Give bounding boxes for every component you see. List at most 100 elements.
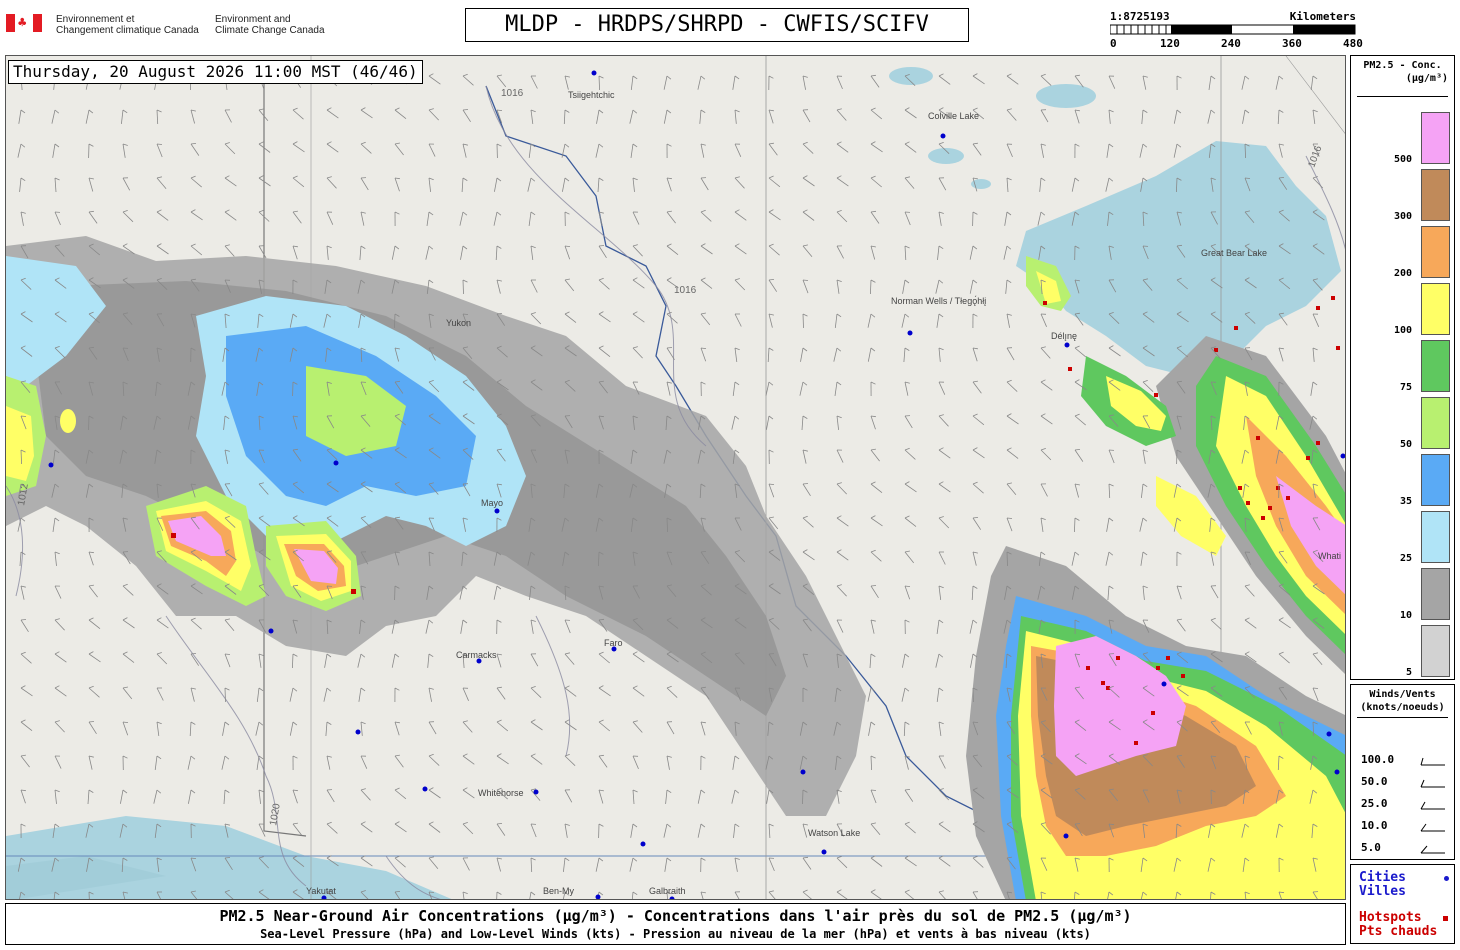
label-carmacks: Carmacks [456, 650, 497, 660]
eccc-logo: ♣ Environnement et Changement climatique… [6, 12, 336, 42]
scale-tick-120: 120 [1160, 37, 1180, 50]
pm25-swatch-300 [1421, 169, 1450, 221]
label-whati: Whati [1318, 551, 1341, 561]
wind-barb-feather [462, 109, 469, 111]
wind-barb [1006, 551, 1008, 567]
wind-barb-icon [1420, 801, 1445, 810]
wind-barb-feather [20, 415, 27, 417]
label-tsiigehtchic: Tsiigehtchic [568, 90, 615, 100]
pm25-swatch-75 [1421, 340, 1450, 392]
label-colville-lake: Colville Lake [928, 111, 979, 121]
scale-bar: 1:8725193 Kilometers 0 120 240 360 480 [1108, 10, 1363, 50]
wind-speed-label: 10.0 [1361, 819, 1388, 832]
wind-barb-icon [1420, 779, 1445, 788]
wind-barb-feather [666, 551, 673, 553]
caption-line-1: PM2.5 Near-Ground Air Concentrations (µg… [219, 907, 1132, 925]
agency-name-fr: Environnement et Changement climatique C… [56, 14, 199, 36]
wind-barb [462, 279, 464, 295]
label-great-bear-lake: Great Bear Lake [1201, 248, 1267, 258]
pm25-swatch-35 [1421, 454, 1450, 506]
wind-barb-feather [870, 585, 877, 587]
wind-barb-feather [156, 143, 163, 145]
wind-barb-feather [224, 857, 231, 859]
svg-text:1016: 1016 [674, 285, 697, 296]
hotspots-label: Hotspots [1359, 910, 1422, 925]
wind-speed-label: 5.0 [1361, 841, 1381, 854]
wind-barb-icon [1420, 823, 1445, 832]
scale-tick-480: 480 [1343, 37, 1363, 50]
agency-name-en: Environment and Climate Change Canada [215, 14, 325, 36]
pm25-legend-title: PM2.5 - Conc. (µg/m³) [1363, 60, 1448, 84]
map-caption: PM2.5 Near-Ground Air Concentrations (µg… [5, 903, 1346, 945]
scale-bar-graphic [1110, 24, 1356, 35]
wind-barb-feather [1312, 687, 1319, 689]
label-norman-wells: Norman Wells / Tłegǫ́hłį [891, 295, 986, 306]
pm25-swatch-10 [1421, 568, 1450, 620]
wind-speed-label: 25.0 [1361, 797, 1388, 810]
pts-chauds-label: Pts chauds [1359, 924, 1438, 939]
wind-barb-feather [598, 245, 605, 247]
wind-barb-feather [20, 619, 27, 621]
caption-line-2: Sea-Level Pressure (hPa) and Low-Level W… [260, 927, 1091, 941]
scale-unit: Kilometers [1289, 10, 1356, 23]
label-yukon: Yukon [446, 318, 471, 328]
wind-barb-icon [1420, 757, 1445, 766]
pm25-bin-label: 25 [1399, 553, 1412, 564]
scale-tick-0: 0 [1110, 37, 1117, 50]
pm25-bin-label: 200 [1393, 268, 1412, 279]
wind-barb-icon [1420, 845, 1445, 854]
label-whitehorse: Whitehorse [478, 788, 524, 798]
wind-speed-label: 50.0 [1361, 775, 1388, 788]
wind-legend: Winds/Vents (knots/noeuds) 100.0 50.0 25.0… [1350, 684, 1455, 860]
pm25-bin-label: 75 [1399, 382, 1412, 393]
label-mayo: Mayo [481, 498, 503, 508]
pm25-swatch-25 [1421, 511, 1450, 563]
label-deline: Délı̨nę [1051, 331, 1077, 341]
pm25-swatch-50 [1421, 397, 1450, 449]
wind-barb-feather [1006, 721, 1013, 723]
pm25-swatch-100 [1421, 283, 1450, 335]
wind-barb [802, 789, 804, 805]
pm25-swatch-500 [1421, 112, 1450, 164]
wind-barb-feather [802, 483, 809, 485]
villes-label: Villes [1359, 884, 1406, 899]
wind-barb-feather [870, 789, 877, 791]
cities-label: Cities [1359, 870, 1406, 885]
city-dot-icon [1444, 876, 1449, 881]
pm25-bin-label: 35 [1399, 496, 1412, 507]
wind-barb-feather [428, 891, 435, 893]
wind-barb-feather [1176, 755, 1183, 757]
wind-barb [224, 687, 226, 703]
wind-barb-feather [1244, 177, 1251, 179]
page-title: MLDP - HRDPS/SHRPD - CWFIS/SCIFV [465, 8, 969, 42]
wind-barb-feather [462, 313, 469, 315]
wind-barb-feather [224, 653, 231, 655]
pm25-bin-label: 5 [1405, 667, 1412, 678]
scale-tick-360: 360 [1282, 37, 1302, 50]
svg-text:1016: 1016 [501, 88, 524, 99]
pm25-bin-label: 50 [1399, 439, 1412, 450]
header: ♣ Environnement et Changement climatique… [0, 0, 1460, 52]
canada-flag-icon: ♣ [6, 14, 42, 32]
wind-barb-feather [1006, 517, 1013, 519]
forecast-datetime: Thursday, 20 August 2026 11:00 MST (46/4… [8, 60, 423, 84]
label-watson-lake: Watson Lake [808, 828, 860, 838]
wind-barb-feather [666, 347, 673, 349]
pm25-legend: PM2.5 - Conc. (µg/m³) 500 300 200 100 75 50 35… [1350, 55, 1455, 680]
wind-legend-title: Winds/Vents (knots/noeuds) [1360, 689, 1445, 713]
pm25-bin-label: 10 [1399, 610, 1412, 621]
pm25-swatch-5 [1421, 625, 1450, 677]
label-yakutat: Yakutat [306, 886, 336, 896]
smoke-forecast-map[interactable]: 1016 1016 1012 1020 1016 Tsiigehtchic Co… [6, 56, 1346, 900]
scale-ratio: 1:8725193 [1110, 10, 1170, 23]
wind-barb [88, 415, 90, 431]
map-panel[interactable]: 1016 1016 1012 1020 1016 Tsiigehtchic Co… [5, 55, 1346, 900]
pm25-bin-label: 100 [1393, 325, 1412, 336]
wind-barb-feather [88, 721, 95, 723]
pm25-bin-label: 300 [1393, 211, 1412, 222]
places-legend: Cities Villes Hotspots Pts chauds [1350, 864, 1455, 944]
label-ben-my: Ben-My [543, 886, 575, 896]
pm25-bin-label: 500 [1393, 154, 1412, 165]
scale-tick-240: 240 [1221, 37, 1241, 50]
wind-barb [802, 313, 804, 329]
